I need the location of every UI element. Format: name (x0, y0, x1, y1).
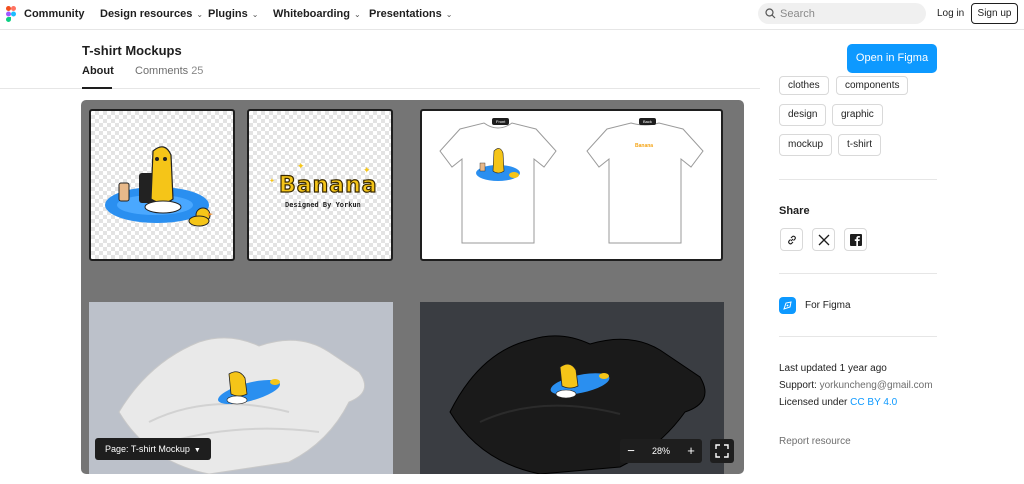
support-label: Support: (779, 380, 817, 391)
zoom-out-button[interactable]: − (620, 439, 642, 463)
divider (779, 179, 937, 180)
chevron-down-icon: ⌄ (445, 10, 453, 19)
frame-banana-pool (89, 109, 235, 261)
chevron-down-icon: ▼ (193, 447, 201, 454)
tabs-divider (0, 88, 760, 89)
zoom-in-button[interactable]: + (680, 439, 702, 463)
banana-pool-illustration (105, 146, 213, 227)
frame-banana-logo: Banana Designed By Yorkun ✦ ✦ ✦ (247, 109, 393, 261)
fullscreen-button[interactable] (710, 439, 734, 463)
front-tag: Front (492, 118, 510, 125)
nav-plugins[interactable]: Plugins ⌄ (208, 8, 258, 20)
for-figma-label: For Figma (805, 300, 851, 311)
chevron-down-icon: ⌄ (251, 10, 259, 19)
facebook-icon (850, 234, 862, 246)
search-input[interactable] (780, 5, 920, 22)
copy-link-button[interactable] (780, 228, 803, 251)
report-resource-link[interactable]: Report resource (779, 436, 851, 447)
tab-comments-label: Comments (135, 65, 189, 77)
nav-presentations[interactable]: Presentations ⌄ (369, 8, 452, 20)
tag-graphic[interactable]: graphic (832, 104, 883, 126)
tag-components[interactable]: components (836, 76, 909, 95)
frame-tshirt-front-back: Front Back Banana (420, 109, 723, 261)
sparkle-decoration: ✦ (297, 161, 305, 171)
support-email[interactable]: yorkuncheng@gmail.com (820, 380, 933, 391)
top-navigation-bar: Community Design resources ⌄ Plugins ⌄ Whi… (0, 0, 1024, 30)
figma-design-file-icon (779, 297, 796, 314)
banana-logo-subtitle: Designed By Yorkun (285, 201, 361, 209)
search-box[interactable] (758, 3, 926, 24)
open-in-figma-button[interactable]: Open in Figma (847, 44, 937, 73)
x-logo-icon (818, 234, 830, 246)
nav-label: Whiteboarding (273, 8, 350, 20)
comments-count: 25 (191, 65, 204, 77)
tag-mockup[interactable]: mockup (779, 134, 833, 156)
share-x-button[interactable] (812, 228, 835, 251)
tag-t-shirt[interactable]: t-shirt (838, 134, 881, 156)
license-label: Licensed under (779, 397, 848, 408)
chevron-down-icon: ⌄ (354, 10, 361, 19)
last-updated: Last updated 1 year ago (779, 363, 887, 374)
nav-design-resources[interactable]: Design resources ⌄ (100, 8, 203, 20)
back-tag: Back (639, 118, 656, 125)
file-preview-canvas[interactable]: Banana Designed By Yorkun ✦ ✦ ✦ Front Ba… (81, 100, 744, 474)
pen-nib-icon (783, 301, 792, 310)
share-heading: Share (779, 205, 810, 217)
figma-logo-icon[interactable] (6, 6, 16, 22)
community-link[interactable]: Community (24, 8, 85, 20)
license-link[interactable]: CC BY 4.0 (850, 397, 897, 408)
search-icon (765, 8, 776, 19)
banana-logo-text: Banana (278, 172, 378, 198)
share-facebook-button[interactable] (844, 228, 867, 251)
back-print-logo: Banana (635, 143, 654, 149)
license-line: Licensed under CC BY 4.0 (779, 397, 897, 408)
sparkle-decoration: ✦ (363, 165, 371, 175)
tab-comments[interactable]: Comments 25 (135, 65, 203, 77)
signup-button[interactable]: Sign up (971, 3, 1018, 24)
divider (779, 336, 937, 337)
link-icon (788, 235, 796, 245)
nav-whiteboarding[interactable]: Whiteboarding ⌄ (273, 8, 361, 20)
tab-about[interactable]: About (82, 65, 114, 77)
sparkle-decoration: ✦ (269, 178, 275, 185)
page-selector-label: Page: T-shirt Mockup (105, 444, 190, 454)
zoom-controls: − 28% + (620, 439, 702, 463)
page-selector-dropdown[interactable]: Page: T-shirt Mockup ▼ (95, 438, 211, 460)
chevron-down-icon: ⌄ (196, 10, 204, 19)
tag-design[interactable]: design (779, 104, 827, 126)
page-title: T-shirt Mockups (82, 43, 182, 58)
zoom-level: 28% (651, 446, 670, 456)
nav-label: Design resources (100, 8, 193, 20)
expand-icon (715, 444, 729, 458)
active-tab-indicator (82, 87, 112, 89)
tag-clothes[interactable]: clothes (779, 76, 829, 95)
divider (779, 273, 937, 274)
nav-label: Plugins (208, 8, 248, 20)
nav-label: Presentations (369, 8, 442, 20)
tshirt-front-back-flats (439, 122, 704, 244)
support-line: Support: yorkuncheng@gmail.com (779, 380, 933, 391)
login-link[interactable]: Log in (937, 8, 964, 19)
